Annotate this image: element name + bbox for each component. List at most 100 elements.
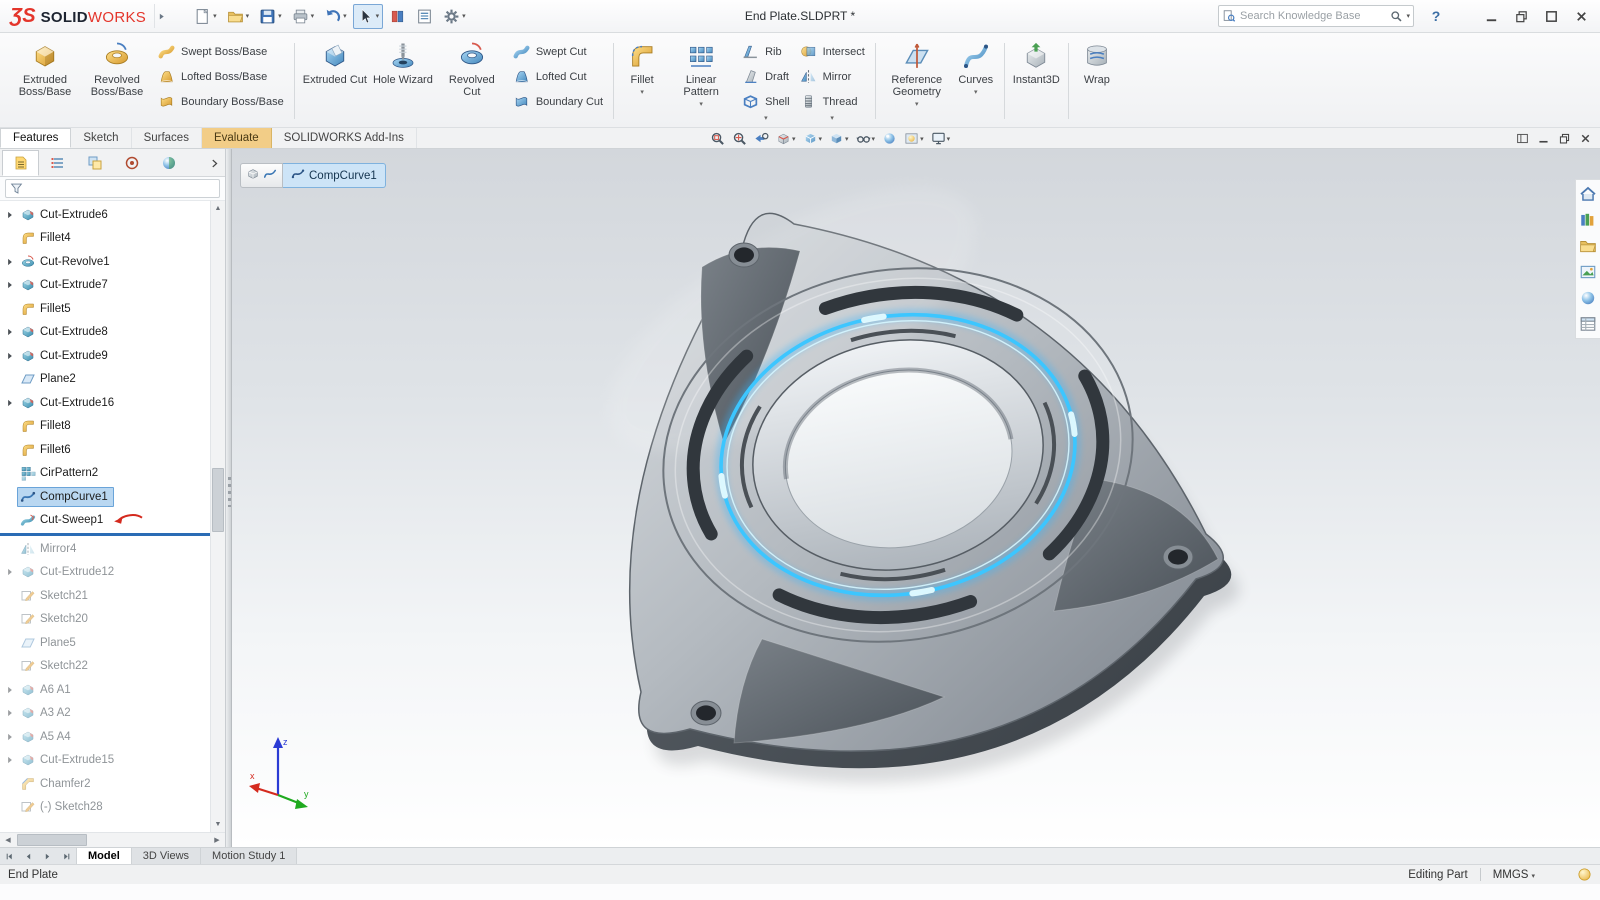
view-settings-button[interactable]: ▾: [929, 129, 953, 148]
zoom-fit-button[interactable]: [708, 129, 727, 148]
tree-item[interactable]: Fillet5: [0, 297, 210, 321]
revolved-cut-button[interactable]: Revolved Cut: [436, 36, 508, 126]
extruded-boss-base-button[interactable]: Extruded Boss/Base: [9, 36, 81, 126]
tab-features[interactable]: Features: [0, 128, 71, 148]
dropdown-caret[interactable]: ▾: [343, 12, 347, 20]
units-selector[interactable]: MMGS▾: [1493, 869, 1535, 881]
model-3d-view[interactable]: [232, 149, 1600, 847]
panel-splitter[interactable]: [226, 149, 232, 847]
expand-arrow[interactable]: [3, 706, 17, 720]
panel-tab-featuremanager[interactable]: [2, 150, 39, 176]
tree-item[interactable]: Cut-Extrude15: [0, 749, 210, 773]
home-button[interactable]: [1579, 185, 1597, 203]
sheet-tab-model[interactable]: Model: [77, 848, 132, 864]
curves-button[interactable]: Curves▾: [953, 36, 999, 126]
sheet-tab-3d-views[interactable]: 3D Views: [132, 848, 201, 864]
doc-restore-button[interactable]: [1558, 132, 1571, 145]
panel-tab-configurations[interactable]: [76, 150, 113, 176]
search-go-button[interactable]: ▾: [1390, 10, 1410, 23]
dropdown-caret[interactable]: ▾: [1406, 12, 1410, 20]
tree-filter-input[interactable]: [5, 179, 220, 198]
dropdown-caret[interactable]: ▾: [792, 135, 796, 143]
tree-item[interactable]: Cut-Extrude12: [0, 561, 210, 585]
tree-item[interactable]: Fillet6: [0, 438, 210, 462]
min-button[interactable]: [1476, 3, 1506, 29]
dropdown-caret[interactable]: ▾: [1531, 873, 1535, 880]
custom-properties-button[interactable]: [1579, 315, 1597, 333]
previous-view-button[interactable]: [752, 129, 771, 148]
mirror-button[interactable]: Mirror: [795, 66, 870, 87]
expand-arrow[interactable]: [3, 349, 17, 363]
dropdown-caret[interactable]: ▾: [640, 88, 644, 96]
doc-min-button[interactable]: [1537, 132, 1550, 145]
restore-button[interactable]: [1506, 3, 1536, 29]
boundary-cut-button[interactable]: Boundary Cut: [508, 91, 608, 112]
expand-arrow[interactable]: [3, 683, 17, 697]
swatches-button[interactable]: [385, 4, 410, 29]
intersect-button[interactable]: Intersect: [795, 41, 870, 62]
tree-item[interactable]: Cut-Extrude16: [0, 391, 210, 415]
section-view-button[interactable]: ▾: [774, 129, 798, 148]
undo-button[interactable]: ▾: [320, 4, 351, 29]
dropdown-caret[interactable]: ▾: [213, 12, 217, 20]
scroll-right-arrow[interactable]: ▶: [209, 833, 225, 847]
splitter-handle[interactable]: [228, 477, 231, 507]
nav-next-button[interactable]: [38, 848, 57, 864]
scroll-thumb[interactable]: [17, 834, 87, 846]
tree-item[interactable]: Mirror4: [0, 537, 210, 561]
open-button[interactable]: ▾: [223, 4, 254, 29]
logo-expander-button[interactable]: [154, 4, 168, 28]
tree-item[interactable]: Cut-Sweep1: [0, 509, 210, 533]
dropdown-caret[interactable]: ▾: [278, 12, 282, 20]
panel-tabs-expand-button[interactable]: [209, 158, 225, 176]
tree-item[interactable]: Cut-Extrude6: [0, 203, 210, 227]
display-style-button[interactable]: ▾: [827, 129, 851, 148]
tab-surfaces[interactable]: Surfaces: [132, 128, 202, 148]
swept-boss-base-button[interactable]: Swept Boss/Base: [153, 41, 289, 62]
tree-item[interactable]: A5 A4: [0, 725, 210, 749]
search-input[interactable]: [1236, 10, 1390, 22]
panel-tab-propertymanager[interactable]: [39, 150, 76, 176]
expand-arrow[interactable]: [3, 753, 17, 767]
tab-evaluate[interactable]: Evaluate: [202, 128, 272, 148]
tab-solidworks-add-ins[interactable]: SOLIDWORKS Add-Ins: [272, 128, 417, 148]
resources-icon[interactable]: [1577, 867, 1592, 882]
dropdown-caret[interactable]: ▾: [845, 135, 849, 143]
view-palette-button[interactable]: [1579, 263, 1597, 281]
thread-button[interactable]: Thread: [795, 91, 870, 112]
tree-item[interactable]: A6 A1: [0, 678, 210, 702]
expand-arrow[interactable]: [3, 325, 17, 339]
new-button[interactable]: ▾: [190, 4, 221, 29]
tab-sketch[interactable]: Sketch: [71, 128, 131, 148]
tree-item[interactable]: Plane2: [0, 368, 210, 392]
tree-item[interactable]: CompCurve1: [0, 485, 210, 509]
panel-tab-displaymanager[interactable]: [150, 150, 187, 176]
fillet-button[interactable]: Fillet▾: [619, 36, 665, 126]
tree-item[interactable]: Chamfer2: [0, 772, 210, 796]
dropdown-caret[interactable]: ▾: [764, 114, 768, 122]
rollback-bar[interactable]: [0, 533, 210, 536]
tree-item[interactable]: Fillet8: [0, 415, 210, 439]
hide-show-items-button[interactable]: ▾: [854, 129, 878, 148]
file-explorer-button[interactable]: [1579, 237, 1597, 255]
design-library-button[interactable]: [1579, 211, 1597, 229]
tree-item[interactable]: Cut-Extrude9: [0, 344, 210, 368]
help-button[interactable]: ?: [1424, 4, 1448, 28]
wrap-button[interactable]: Wrap: [1074, 36, 1120, 126]
tree-item[interactable]: A3 A2: [0, 702, 210, 726]
panel-tab-dimxpert[interactable]: [113, 150, 150, 176]
appearances-button[interactable]: [1579, 289, 1597, 307]
lofted-boss-base-button[interactable]: Lofted Boss/Base: [153, 66, 289, 87]
apply-scene-button[interactable]: ▾: [902, 129, 926, 148]
dropdown-caret[interactable]: ▾: [872, 135, 876, 143]
extruded-cut-button[interactable]: Extruded Cut: [300, 36, 370, 126]
nav-first-button[interactable]: [0, 848, 19, 864]
boundary-boss-base-button[interactable]: Boundary Boss/Base: [153, 91, 289, 112]
scroll-thumb[interactable]: [212, 468, 224, 532]
doc-close-button[interactable]: [1579, 132, 1592, 145]
expand-arrow[interactable]: [3, 730, 17, 744]
expand-arrow[interactable]: [3, 255, 17, 269]
tree-item[interactable]: (-) Sketch28: [0, 796, 210, 820]
expand-arrow[interactable]: [3, 208, 17, 222]
dropdown-caret[interactable]: ▾: [947, 135, 951, 143]
